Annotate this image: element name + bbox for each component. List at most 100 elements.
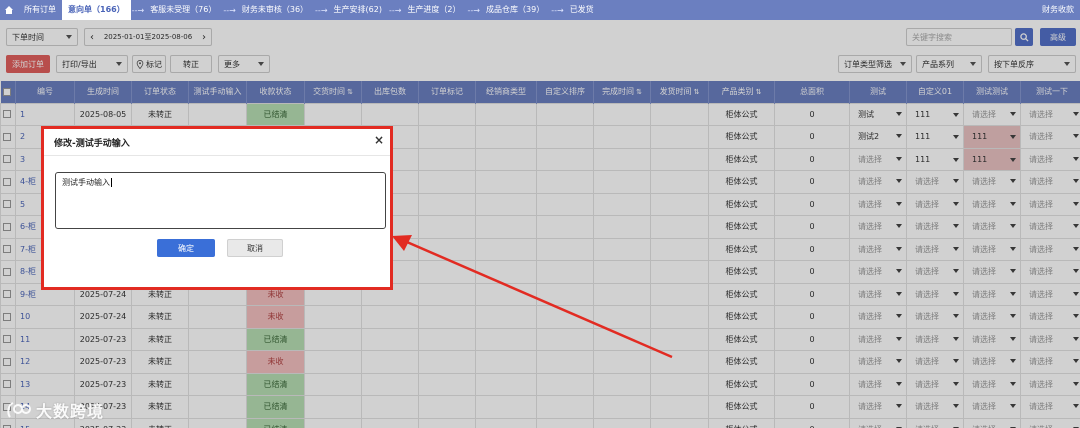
test-test-select[interactable]: 请选择	[963, 395, 1021, 419]
column-header[interactable]: 完成时间 ⇅	[593, 81, 651, 103]
row-checkbox[interactable]	[0, 305, 16, 329]
column-header[interactable]: 交货时间 ⇅	[304, 81, 362, 103]
test-select[interactable]: 请选择	[849, 327, 907, 351]
manual-input-cell[interactable]	[188, 372, 247, 396]
table-row[interactable]: 10 2025-07-24 未转正 未收 柜体公式 0 请选择 请选择 请选择 请选择	[0, 305, 1080, 329]
test-select[interactable]: 请选择	[849, 215, 907, 239]
test-select[interactable]: 请选择	[849, 305, 907, 329]
column-header[interactable]: 测试一下	[1020, 81, 1080, 103]
advanced-search-button[interactable]: 高级	[1040, 28, 1076, 46]
order-number-link[interactable]: 10	[15, 305, 75, 329]
table-row[interactable]: 13 2025-07-23 未转正 已结清 柜体公式 0 请选择 请选择 请选择 请选择	[0, 372, 1080, 396]
order-type-filter[interactable]: 订单类型筛选	[838, 55, 912, 73]
test-test-select[interactable]: 111	[963, 147, 1021, 171]
finance-receipt-link[interactable]: 财务收款	[1042, 0, 1074, 20]
custom01-select[interactable]: 请选择	[906, 417, 964, 428]
test-once-select[interactable]: 请选择	[1020, 350, 1080, 374]
test-once-select[interactable]: 请选择	[1020, 102, 1080, 126]
test-select[interactable]: 请选择	[849, 192, 907, 216]
date-type-select[interactable]: 下单时间	[6, 28, 78, 46]
custom01-select[interactable]: 111	[906, 147, 964, 171]
test-once-select[interactable]: 请选择	[1020, 237, 1080, 261]
sort-icon[interactable]: ⇅	[347, 88, 353, 96]
nav-tab-7[interactable]: 已发货	[564, 0, 600, 20]
column-header[interactable]: 生成时间	[74, 81, 132, 103]
row-checkbox[interactable]	[0, 147, 16, 171]
test-select[interactable]: 请选择	[849, 372, 907, 396]
cancel-button[interactable]: 取消	[227, 239, 283, 257]
test-once-select[interactable]: 请选择	[1020, 395, 1080, 419]
nav-tab-4[interactable]: 生产安排(62)	[328, 0, 388, 20]
row-checkbox[interactable]	[0, 170, 16, 194]
test-test-select[interactable]: 请选择	[963, 237, 1021, 261]
test-select[interactable]: 请选择	[849, 260, 907, 284]
sort-select[interactable]: 按下单反序	[988, 55, 1076, 73]
test-once-select[interactable]: 请选择	[1020, 125, 1080, 149]
column-header[interactable]: 发货时间 ⇅	[650, 81, 709, 103]
print-export-select[interactable]: 打印/导出	[56, 55, 128, 73]
test-select[interactable]: 请选择	[849, 170, 907, 194]
manual-input-cell[interactable]	[188, 417, 247, 428]
order-number-link[interactable]: 12	[15, 350, 75, 374]
table-row[interactable]: 11 2025-07-23 未转正 已结清 柜体公式 0 请选择 请选择 请选择 请选择	[0, 327, 1080, 351]
custom01-select[interactable]: 请选择	[906, 282, 964, 306]
order-number-link[interactable]: 11	[15, 327, 75, 351]
test-select[interactable]: 测试	[849, 102, 907, 126]
test-test-select[interactable]: 请选择	[963, 170, 1021, 194]
table-row[interactable]: 12 2025-07-23 未转正 未收 柜体公式 0 请选择 请选择 请选择 请选择	[0, 350, 1080, 374]
next-date-button[interactable]: ›	[202, 32, 206, 43]
row-checkbox[interactable]	[0, 327, 16, 351]
table-row[interactable]: 152025-07-23未转正已结清柜体公式0请选择请选择请选择请选择	[0, 417, 1080, 428]
manual-input-cell[interactable]	[188, 395, 247, 419]
manual-input-cell[interactable]	[188, 350, 247, 374]
manual-input-cell[interactable]	[188, 305, 247, 329]
column-header[interactable]: 产品类别 ⇅	[708, 81, 775, 103]
custom01-select[interactable]: 请选择	[906, 350, 964, 374]
test-test-select[interactable]: 请选择	[963, 192, 1021, 216]
row-checkbox[interactable]	[0, 282, 16, 306]
test-once-select[interactable]: 请选择	[1020, 260, 1080, 284]
test-select[interactable]: 请选择	[849, 237, 907, 261]
test-once-select[interactable]: 请选择	[1020, 192, 1080, 216]
column-header[interactable]: 编号	[15, 81, 75, 103]
test-test-select[interactable]: 请选择	[963, 260, 1021, 284]
test-test-select[interactable]: 请选择	[963, 327, 1021, 351]
test-once-select[interactable]: 请选择	[1020, 372, 1080, 396]
row-checkbox[interactable]	[0, 237, 16, 261]
table-row[interactable]: 14 2025-07-23 未转正 已结清 柜体公式 0 请选择 请选择 请选择 请选择	[0, 395, 1080, 419]
order-number-link[interactable]: 1	[15, 102, 75, 126]
manual-input-cell[interactable]	[188, 102, 247, 126]
order-number-link[interactable]: 13	[15, 372, 75, 396]
test-select[interactable]: 请选择	[849, 395, 907, 419]
nav-tab-0[interactable]: 所有订单	[18, 0, 62, 20]
test-test-select[interactable]: 请选择	[963, 372, 1021, 396]
close-icon[interactable]: ×	[374, 133, 384, 147]
test-select[interactable]: 请选择	[849, 350, 907, 374]
table-row[interactable]: 1 2025-08-05 未转正 已结清 柜体公式 0 测试 111 请选择 请选择	[0, 102, 1080, 126]
row-checkbox[interactable]	[0, 350, 16, 374]
search-input[interactable]: 关键字搜索	[906, 28, 1012, 46]
column-header[interactable]: 自定义01	[906, 81, 964, 103]
custom01-select[interactable]: 请选择	[906, 215, 964, 239]
manual-input-textarea[interactable]: 测试手动输入	[55, 172, 386, 229]
row-checkbox[interactable]	[0, 215, 16, 239]
custom01-select[interactable]: 请选择	[906, 372, 964, 396]
test-select[interactable]: 测试2	[849, 125, 907, 149]
custom01-select[interactable]: 请选择	[906, 327, 964, 351]
sort-icon[interactable]: ⇅	[636, 88, 642, 96]
nav-tab-6[interactable]: 成品仓库（39）	[480, 0, 550, 20]
test-once-select[interactable]: 请选择	[1020, 215, 1080, 239]
date-range-picker[interactable]: ‹ 2025-01-01至2025-08-06 ›	[84, 28, 212, 46]
row-checkbox[interactable]	[0, 192, 16, 216]
nav-tab-2[interactable]: 客服未受理（76）	[144, 0, 222, 20]
custom01-select[interactable]: 请选择	[906, 192, 964, 216]
test-select[interactable]: 请选择	[849, 147, 907, 171]
row-checkbox[interactable]	[0, 260, 16, 284]
column-header[interactable]: 订单标记	[418, 81, 476, 103]
custom01-select[interactable]: 请选择	[906, 305, 964, 329]
select-all-checkbox[interactable]	[0, 81, 16, 103]
test-select[interactable]: 请选择	[849, 282, 907, 306]
row-checkbox[interactable]	[0, 102, 16, 126]
test-once-select[interactable]: 请选择	[1020, 170, 1080, 194]
manual-input-cell[interactable]	[188, 327, 247, 351]
